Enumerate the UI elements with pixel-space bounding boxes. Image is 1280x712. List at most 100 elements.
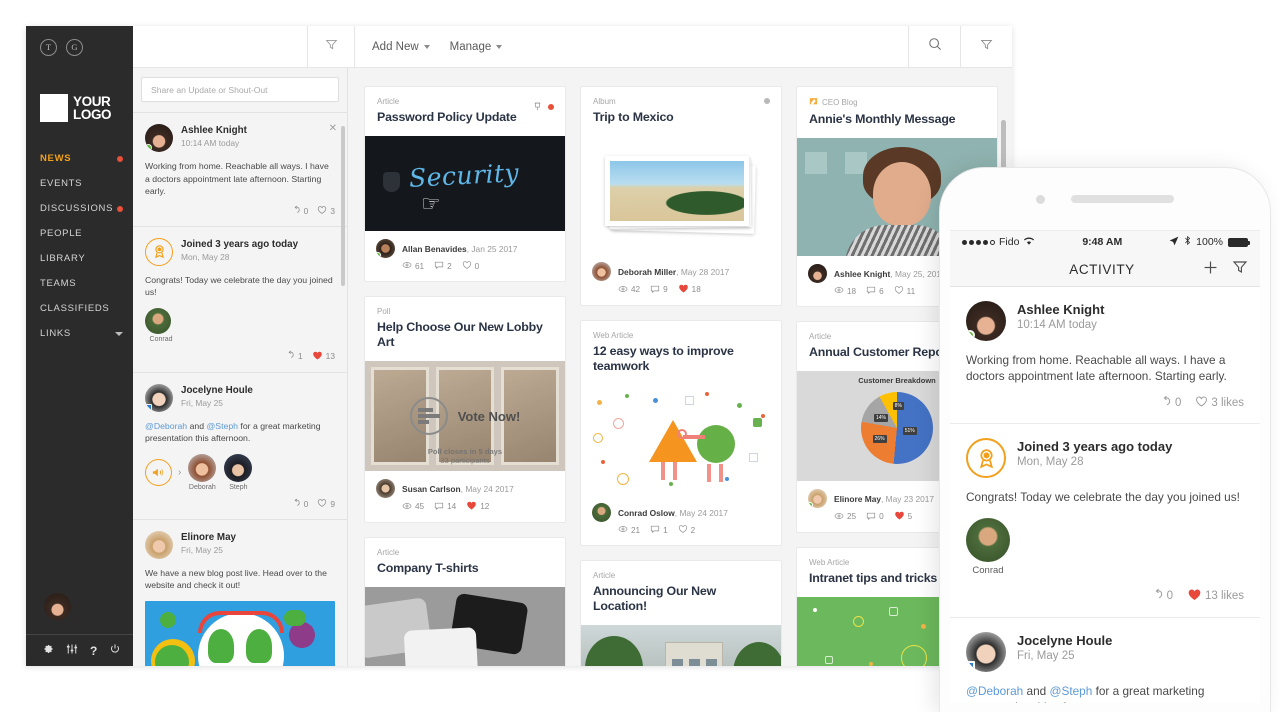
sidebar-item-label: LINKS [40, 328, 71, 339]
sidebar-item-events[interactable]: EVENTS [26, 171, 133, 196]
tenant-switcher[interactable]: T G [26, 26, 133, 68]
content-card[interactable]: Web Article 12 easy ways to improve team… [580, 320, 782, 546]
avatar [145, 530, 173, 559]
phone-feed-post[interactable]: Joined 3 years ago today Mon, May 28 Con… [950, 424, 1260, 618]
gear-icon[interactable] [42, 642, 54, 660]
post-header: Joined 3 years ago today Mon, May 28 [966, 438, 1244, 478]
card-kicker: Article [377, 97, 400, 106]
close-icon[interactable]: ✕ [329, 123, 337, 134]
like-count[interactable]: 9 [317, 498, 335, 510]
sidebar-item-classifieds[interactable]: CLASSIFIEDS [26, 296, 133, 321]
like-count[interactable]: 13 [312, 350, 335, 363]
feed-scrollbar[interactable] [341, 126, 345, 286]
feed-post[interactable]: Elinore May Fri, May 25 We have a new bl… [133, 518, 347, 666]
comment-count[interactable]: 0 [291, 205, 309, 217]
power-icon[interactable] [109, 642, 121, 660]
card-media[interactable] [581, 625, 781, 666]
mention-link[interactable]: @Deborah [966, 684, 1023, 698]
phone-feed-post[interactable]: Jocelyne Houle Fri, May 25 @Deborah and … [950, 618, 1260, 703]
eye-icon [402, 260, 412, 272]
content-card[interactable]: Poll Help Choose Our New Lobby Art Vote … [364, 296, 566, 523]
battery-label: 100% [1196, 236, 1223, 248]
tagged-person[interactable]: Conrad [966, 518, 1010, 576]
feed-post[interactable]: Joined 3 years ago today Mon, May 28 Con… [133, 225, 347, 372]
manage-menu[interactable]: Manage [450, 41, 503, 53]
heart-icon [1195, 395, 1208, 411]
reply-icon [1159, 395, 1172, 411]
current-user[interactable] [26, 593, 133, 634]
phone-nav-bar: ACTIVITY [950, 253, 1260, 287]
sidebar-item-teams[interactable]: TEAMS [26, 271, 133, 296]
help-icon[interactable]: ? [90, 644, 97, 658]
filter-icon[interactable] [1232, 259, 1248, 280]
sidebar-item-people[interactable]: PEOPLE [26, 221, 133, 246]
comment-count[interactable]: 0 [1159, 395, 1181, 411]
comment-count-value: 0 [303, 205, 309, 216]
tagged-person[interactable]: Conrad [145, 307, 177, 343]
content-card[interactable]: Article Company T-shirts [364, 537, 566, 666]
card-title: Password Policy Update [377, 110, 517, 124]
presence-indicator [808, 502, 813, 508]
card-title: Help Choose Our New Lobby Art [377, 320, 543, 349]
card-header: Article Password Policy Update [365, 87, 565, 136]
search-button[interactable] [908, 26, 960, 68]
avatar [966, 301, 1006, 341]
card-media[interactable] [365, 587, 565, 666]
card-media[interactable] [581, 385, 781, 495]
add-new-label: Add New [372, 40, 419, 53]
card-media[interactable]: Vote Now! Poll closes in 5 days 33 parti… [365, 361, 565, 471]
sliders-icon[interactable] [66, 642, 78, 660]
add-new-menu[interactable]: Add New [372, 41, 430, 53]
content-card[interactable]: Album Trip to Mexico Deborah Miller, May… [580, 86, 782, 306]
pin-icon[interactable] [533, 98, 542, 116]
comment-count[interactable]: 0 [1151, 588, 1173, 604]
sidebar-item-library[interactable]: LIBRARY [26, 246, 133, 271]
building-artwork [665, 642, 723, 666]
grid-filter-button[interactable] [960, 26, 1012, 68]
comment-count: 2 [434, 260, 452, 272]
top-toolbar: T G Add New Manage [26, 26, 1012, 68]
feed-filter-button[interactable] [308, 26, 355, 68]
logo-line-2: LOGO [73, 107, 112, 122]
comment-count[interactable]: 1 [285, 350, 303, 362]
app-window: T G Add New Manage YOUR LOGO NEWS EVENTS… [26, 26, 1012, 666]
feed-post[interactable]: ✕ Ashlee Knight 10:14 AM today Working f… [133, 112, 347, 226]
sidebar-item-news[interactable]: NEWS [26, 146, 133, 171]
like-count[interactable]: 3 [317, 205, 335, 217]
camera-icon [1036, 194, 1045, 204]
content-card[interactable]: Article Announcing Our New Location! [580, 560, 782, 666]
sidebar-item-discussions[interactable]: DISCUSSIONS [26, 196, 133, 221]
phone-feed-post[interactable]: Ashlee Knight 10:14 AM today Working fro… [950, 287, 1260, 424]
like-count-value: 9 [330, 498, 335, 509]
comment-count[interactable]: 0 [291, 498, 308, 510]
share-update-input[interactable]: Share an Update or Shout-Out [141, 77, 339, 102]
mention-link[interactable]: @Steph [1049, 684, 1092, 698]
mention-link[interactable]: @Steph [206, 421, 238, 431]
card-header: Album Trip to Mexico [581, 87, 781, 136]
card-header: Poll Help Choose Our New Lobby Art [365, 297, 565, 361]
card-media[interactable] [581, 136, 781, 254]
sidebar-item-links[interactable]: LINKS [26, 321, 133, 346]
post-header: Ashlee Knight 10:14 AM today [966, 301, 1244, 341]
card-media[interactable]: Security ☞ [365, 136, 565, 231]
feed-post[interactable]: Jocelyne Houle Fri, May 25 @Deborah and … [133, 371, 347, 519]
like-count[interactable]: 3 likes [1195, 395, 1244, 411]
plus-icon[interactable] [1202, 259, 1219, 281]
content-card[interactable]: Article Password Policy Update Security … [364, 86, 566, 282]
mention-link[interactable]: @Deborah [145, 421, 187, 431]
megaphone-icon [145, 458, 172, 486]
brand-logo[interactable]: YOUR LOGO [26, 68, 133, 122]
tagged-person[interactable]: Steph [223, 453, 253, 491]
post-body: Working from home. Reachable all ways. I… [966, 353, 1227, 383]
like-count[interactable]: 13 likes [1187, 587, 1244, 605]
tenant-initial-g[interactable]: G [66, 38, 83, 56]
tenant-initial-t[interactable]: T [40, 38, 57, 56]
post-author: Ashlee Knight [181, 125, 247, 136]
view-count: 45 [402, 501, 424, 513]
comment-count-value: 0 [1174, 397, 1182, 409]
avatar [145, 307, 171, 334]
post-time: 10:14 AM today [181, 138, 240, 148]
post-image[interactable] [145, 600, 335, 666]
card-author: Elinore May [834, 494, 882, 504]
tagged-person[interactable]: Deborah [187, 453, 217, 491]
